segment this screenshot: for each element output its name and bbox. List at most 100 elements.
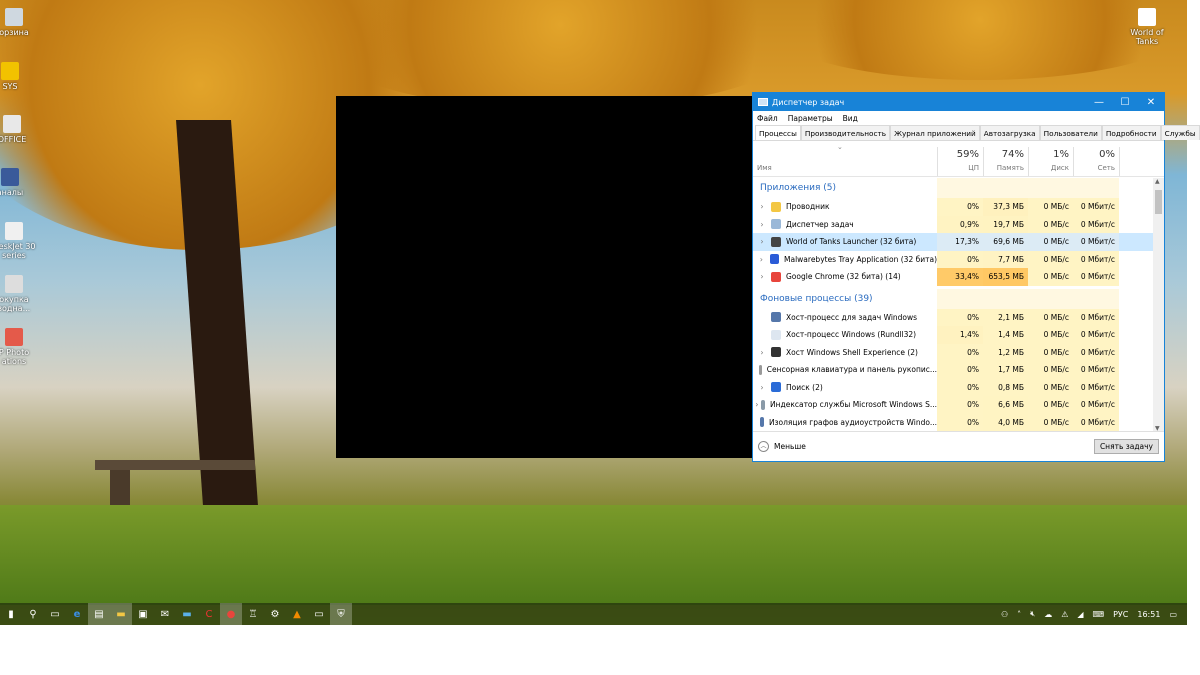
scrollbar-thumb[interactable] bbox=[1155, 190, 1162, 214]
group-title: Приложения (5) bbox=[760, 183, 836, 193]
file-icon bbox=[771, 329, 781, 340]
network-disconnected-icon[interactable]: ⚠ bbox=[1061, 610, 1068, 619]
folder-icon bbox=[771, 201, 781, 212]
fewer-details-link[interactable]: Меньше bbox=[774, 442, 806, 451]
wifi-icon[interactable]: ◢ bbox=[1077, 610, 1083, 619]
computer-icon[interactable]: ▭ bbox=[308, 603, 330, 625]
minimize-button[interactable]: — bbox=[1086, 97, 1112, 108]
process-row[interactable]: › Проводник 0% 37,3 МБ 0 МБ/с 0 Мбит/с bbox=[753, 198, 1155, 216]
ccleaner-icon[interactable]: C bbox=[198, 603, 220, 625]
language-indicator[interactable]: РУС bbox=[1113, 610, 1128, 619]
bench bbox=[95, 460, 255, 470]
taskbar-task-manager-icon[interactable]: ▤ bbox=[88, 603, 110, 625]
process-row[interactable]: › Диспетчер задач 0,9% 19,7 МБ 0 МБ/с 0 … bbox=[753, 215, 1155, 233]
process-row[interactable]: Хост-процесс Windows (Rundll32) 1,4% 1,4… bbox=[753, 326, 1155, 344]
end-task-button[interactable]: Снять задачу bbox=[1093, 439, 1159, 454]
menu-file[interactable]: Файл bbox=[757, 114, 778, 123]
chrome-icon bbox=[771, 271, 781, 282]
start-button[interactable]: ▮ bbox=[0, 603, 22, 625]
network-value: 0 Мбит/с bbox=[1073, 326, 1119, 344]
column-cpu[interactable]: ЦП bbox=[937, 164, 983, 172]
process-row[interactable]: › Google Chrome (32 бита) (14) 33,4% 653… bbox=[753, 268, 1155, 286]
file-explorer-icon[interactable]: ▬ bbox=[110, 603, 132, 625]
desktop-icon-office[interactable]: OFFICE bbox=[0, 115, 40, 144]
cpu-value: 0,9% bbox=[937, 215, 983, 233]
task-view-icon[interactable]: ▭ bbox=[44, 603, 66, 625]
expand-chevron-icon[interactable]: › bbox=[753, 272, 771, 281]
expand-chevron-icon[interactable]: › bbox=[753, 255, 770, 264]
column-network[interactable]: Сеть bbox=[1073, 164, 1119, 172]
process-row[interactable]: › Поиск (2) 0% 0,8 МБ 0 МБ/с 0 Мбит/с bbox=[753, 378, 1155, 396]
wot-launcher-icon[interactable]: ⛨ bbox=[330, 603, 352, 625]
settings-icon[interactable]: ⚙ bbox=[264, 603, 286, 625]
network-total: 0% bbox=[1099, 149, 1115, 160]
tab-app-history[interactable]: Журнал приложений bbox=[890, 125, 980, 140]
photos-icon[interactable]: ▬ bbox=[176, 603, 198, 625]
tab-startup[interactable]: Автозагрузка bbox=[979, 125, 1040, 140]
expand-chevron-icon[interactable]: › bbox=[753, 348, 771, 357]
title-bar[interactable]: Диспетчер задач — ☐ ✕ bbox=[753, 93, 1164, 111]
process-row[interactable]: Изоляция графов аудиоустройств Windo... … bbox=[753, 413, 1155, 431]
process-row[interactable]: › Malwarebytes Tray Application (32 бита… bbox=[753, 250, 1155, 268]
people-icon[interactable]: ⚇ bbox=[1001, 610, 1008, 619]
disk-value: 0 МБ/с bbox=[1028, 396, 1073, 414]
onedrive-icon[interactable]: ☁ bbox=[1044, 610, 1052, 619]
collapse-icon[interactable]: ︿ bbox=[758, 441, 769, 452]
expand-chevron-icon[interactable]: › bbox=[753, 400, 761, 409]
process-icon bbox=[760, 417, 764, 428]
desktop-icon-world-of-tanks[interactable]: World of Tanks bbox=[1122, 8, 1172, 46]
close-button[interactable]: ✕ bbox=[1138, 97, 1164, 108]
tab-services[interactable]: Службы bbox=[1160, 125, 1200, 140]
desktop-icon-photo[interactable]: P Photo ations bbox=[0, 328, 42, 366]
process-name: Хост-процесс Windows (Rundll32) bbox=[786, 330, 917, 340]
cpu-total: 59% bbox=[956, 149, 979, 160]
maximize-button[interactable]: ☐ bbox=[1112, 97, 1138, 108]
memory-value: 6,6 МБ bbox=[983, 396, 1028, 414]
process-row[interactable]: Хост-процесс для задач Windows 0% 2,1 МБ… bbox=[753, 308, 1155, 326]
tab-bar: Процессы Производительность Журнал прило… bbox=[753, 125, 1200, 141]
network-app-icon[interactable]: ♖ bbox=[242, 603, 264, 625]
desktop-icon-channels[interactable]: аналы bbox=[0, 168, 38, 197]
desktop-icon-sys[interactable]: SYS bbox=[0, 62, 38, 91]
expand-chevron-icon[interactable]: › bbox=[753, 220, 771, 229]
chrome-icon[interactable]: ● bbox=[220, 603, 242, 625]
store-icon[interactable]: ▣ bbox=[132, 603, 154, 625]
vlc-icon[interactable]: ▲ bbox=[286, 603, 308, 625]
column-name[interactable]: Имя bbox=[757, 164, 776, 172]
tab-users[interactable]: Пользователи bbox=[1039, 125, 1102, 140]
disk-value: 0 МБ/с bbox=[1028, 326, 1073, 344]
expand-chevron-icon[interactable]: › bbox=[753, 237, 771, 246]
edge-icon[interactable]: e bbox=[66, 603, 88, 625]
expand-chevron-icon[interactable]: › bbox=[753, 383, 771, 392]
column-disk[interactable]: Диск bbox=[1028, 164, 1073, 172]
tab-processes[interactable]: Процессы bbox=[755, 125, 801, 140]
cpu-value: 1,4% bbox=[937, 326, 983, 344]
process-row[interactable]: › World of Tanks Launcher (32 бита) 17,3… bbox=[753, 233, 1155, 251]
clock[interactable]: 16:51 bbox=[1137, 610, 1160, 619]
tab-details[interactable]: Подробности bbox=[1101, 125, 1161, 140]
process-row[interactable]: › Индексатор службы Microsoft Windows S.… bbox=[753, 396, 1155, 414]
desktop-icon-deskjet[interactable]: DeskJet 30 series bbox=[0, 222, 42, 260]
desktop-icon-purchase[interactable]: окупка зодна... bbox=[0, 275, 42, 313]
process-name: World of Tanks Launcher (32 бита) bbox=[786, 237, 917, 247]
mail-icon[interactable]: ✉ bbox=[154, 603, 176, 625]
volume-muted-icon[interactable]: 🔇︎ bbox=[1030, 609, 1035, 619]
notifications-icon[interactable]: ▭ bbox=[1169, 610, 1177, 619]
desktop-icon-recycle-bin[interactable]: орзина bbox=[0, 8, 42, 37]
process-row[interactable]: › Хост Windows Shell Experience (2) 0% 1… bbox=[753, 343, 1155, 361]
show-hidden-icons[interactable]: ˄ bbox=[1017, 610, 1021, 619]
expand-chevron-icon[interactable]: › bbox=[753, 202, 771, 211]
menu-options[interactable]: Параметры bbox=[788, 114, 833, 123]
keyboard-icon[interactable]: ⌨ bbox=[1093, 610, 1105, 619]
search-icon[interactable]: ⚲ bbox=[22, 603, 44, 625]
menu-view[interactable]: Вид bbox=[843, 114, 858, 123]
footer: ︿ Меньше Снять задачу bbox=[753, 431, 1164, 461]
network-value: 0 Мбит/с bbox=[1073, 308, 1119, 326]
tab-performance[interactable]: Производительность bbox=[800, 125, 891, 140]
column-memory[interactable]: Память bbox=[983, 164, 1028, 172]
process-row[interactable]: Сенсорная клавиатура и панель рукопис...… bbox=[753, 361, 1155, 379]
sort-chevron-icon[interactable]: ⌄ bbox=[837, 143, 843, 151]
scroll-up-icon[interactable]: ▲ bbox=[1155, 178, 1160, 185]
scrollbar[interactable]: ▲ ▼ bbox=[1153, 178, 1164, 432]
cpu-value: 0% bbox=[937, 250, 983, 268]
